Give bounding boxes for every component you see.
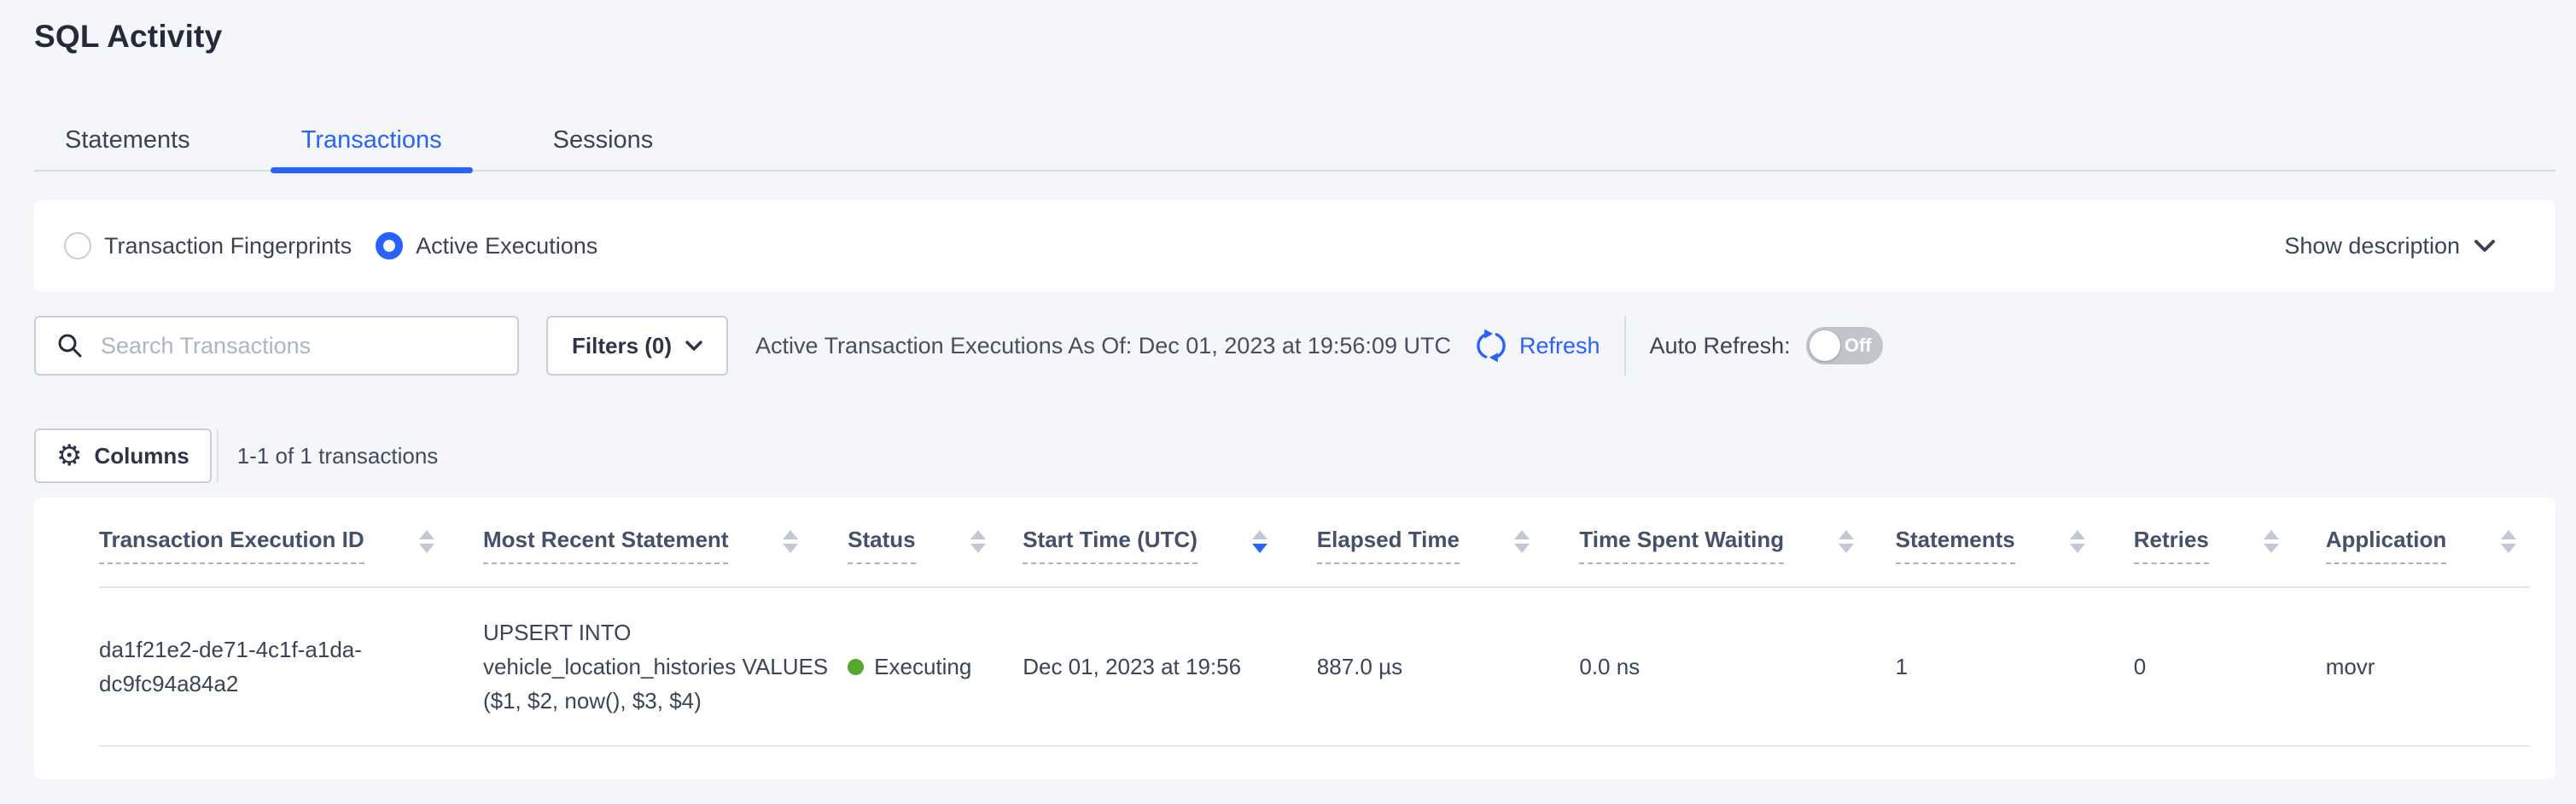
as-of-timestamp: Active Transaction Executions As Of: Dec… [755, 333, 1451, 359]
transactions-table: Transaction Execution ID Most Recent Sta… [99, 498, 2530, 747]
radio-label: Active Executions [416, 233, 597, 259]
column-label: Application [2326, 527, 2447, 564]
results-toolbar: ⚙ Columns 1-1 of 1 transactions [34, 428, 2556, 483]
results-divider [217, 429, 219, 482]
sql-activity-page: SQL Activity Statements Transactions Ses… [0, 19, 2576, 804]
view-mode-radio-group: Transaction Fingerprints Active Executio… [64, 232, 597, 259]
cell-most-recent-statement: UPSERT INTO vehicle_location_histories V… [483, 587, 848, 746]
table-header-row: Transaction Execution ID Most Recent Sta… [99, 498, 2530, 587]
chevron-down-icon [685, 341, 702, 352]
search-box[interactable] [34, 316, 519, 376]
column-header-retries[interactable]: Retries [2134, 498, 2326, 587]
cell-start-time: Dec 01, 2023 at 19:56 [1023, 587, 1317, 746]
cell-statements: 1 [1896, 587, 2134, 746]
search-input[interactable] [99, 332, 500, 360]
transactions-table-card: Transaction Execution ID Most Recent Sta… [34, 498, 2556, 779]
tab-bar: Statements Transactions Sessions [34, 125, 2556, 172]
column-header-most-recent-statement[interactable]: Most Recent Statement [483, 498, 848, 587]
sort-icon [1514, 530, 1530, 553]
radio-transaction-fingerprints[interactable]: Transaction Fingerprints [64, 232, 352, 259]
column-header-application[interactable]: Application [2326, 498, 2530, 587]
sort-icon [970, 530, 986, 553]
column-header-elapsed-time[interactable]: Elapsed Time [1317, 498, 1580, 587]
table-row: da1f21e2-de71-4c1f-a1da-dc9fc94a84a2 UPS… [99, 587, 2530, 746]
status-label: Executing [874, 650, 971, 684]
auto-refresh-toggle[interactable]: Off [1806, 327, 1883, 364]
tab-statements[interactable]: Statements [65, 125, 190, 170]
filters-button[interactable]: Filters (0) [546, 316, 728, 376]
sort-icon [2501, 530, 2516, 553]
column-header-time-spent-waiting[interactable]: Time Spent Waiting [1579, 498, 1895, 587]
show-description-button[interactable]: Show description [2284, 233, 2496, 259]
status-executing-dot-icon [848, 659, 864, 675]
column-header-transaction-execution-id[interactable]: Transaction Execution ID [99, 498, 483, 587]
radio-active-executions[interactable]: Active Executions [376, 232, 597, 259]
column-label: Status [848, 527, 915, 564]
column-label: Time Spent Waiting [1579, 527, 1784, 564]
cell-transaction-execution-id: da1f21e2-de71-4c1f-a1da-dc9fc94a84a2 [99, 587, 483, 746]
view-mode-card: Transaction Fingerprints Active Executio… [34, 200, 2556, 292]
columns-button-label: Columns [94, 443, 189, 469]
radio-selected-icon[interactable] [376, 232, 403, 259]
radio-unselected-icon[interactable] [64, 232, 91, 259]
filter-toolbar: Filters (0) Active Transaction Execution… [34, 316, 2556, 376]
column-header-status[interactable]: Status [848, 498, 1023, 587]
column-label: Transaction Execution ID [99, 527, 364, 564]
radio-label: Transaction Fingerprints [104, 233, 352, 259]
toggle-state-label: Off [1845, 335, 1872, 357]
chevron-down-icon [2474, 239, 2496, 253]
auto-refresh-label: Auto Refresh: [1650, 333, 1791, 359]
tab-sessions[interactable]: Sessions [553, 125, 654, 170]
cell-elapsed-time: 887.0 µs [1317, 587, 1580, 746]
refresh-button[interactable]: Refresh [1473, 328, 1600, 364]
search-icon [56, 332, 84, 359]
sort-icon [783, 530, 798, 553]
tab-transactions[interactable]: Transactions [301, 125, 442, 170]
sort-icon [2264, 530, 2279, 553]
columns-button[interactable]: ⚙ Columns [34, 428, 212, 483]
sort-icon [2070, 530, 2085, 553]
toolbar-divider [1624, 316, 1626, 376]
column-header-start-time[interactable]: Start Time (UTC) [1023, 498, 1317, 587]
results-count: 1-1 of 1 transactions [237, 443, 439, 469]
gear-icon: ⚙ [56, 441, 82, 470]
column-label: Start Time (UTC) [1023, 527, 1198, 564]
refresh-label: Refresh [1519, 333, 1600, 359]
cell-retries: 0 [2134, 587, 2326, 746]
refresh-icon [1473, 328, 1509, 364]
column-header-statements[interactable]: Statements [1896, 498, 2134, 587]
sort-icon [419, 530, 434, 553]
cell-application: movr [2326, 587, 2530, 746]
column-label: Most Recent Statement [483, 527, 729, 564]
show-description-label: Show description [2284, 233, 2460, 259]
page-title: SQL Activity [34, 19, 2576, 55]
sort-icon-active-desc [1252, 530, 1268, 553]
column-label: Retries [2134, 527, 2209, 564]
filters-button-label: Filters (0) [572, 333, 672, 359]
toggle-knob [1810, 330, 1840, 361]
cell-time-spent-waiting: 0.0 ns [1579, 587, 1895, 746]
column-label: Statements [1896, 527, 2015, 564]
cell-status: Executing [848, 587, 1023, 746]
column-label: Elapsed Time [1317, 527, 1460, 564]
sort-icon [1839, 530, 1854, 553]
